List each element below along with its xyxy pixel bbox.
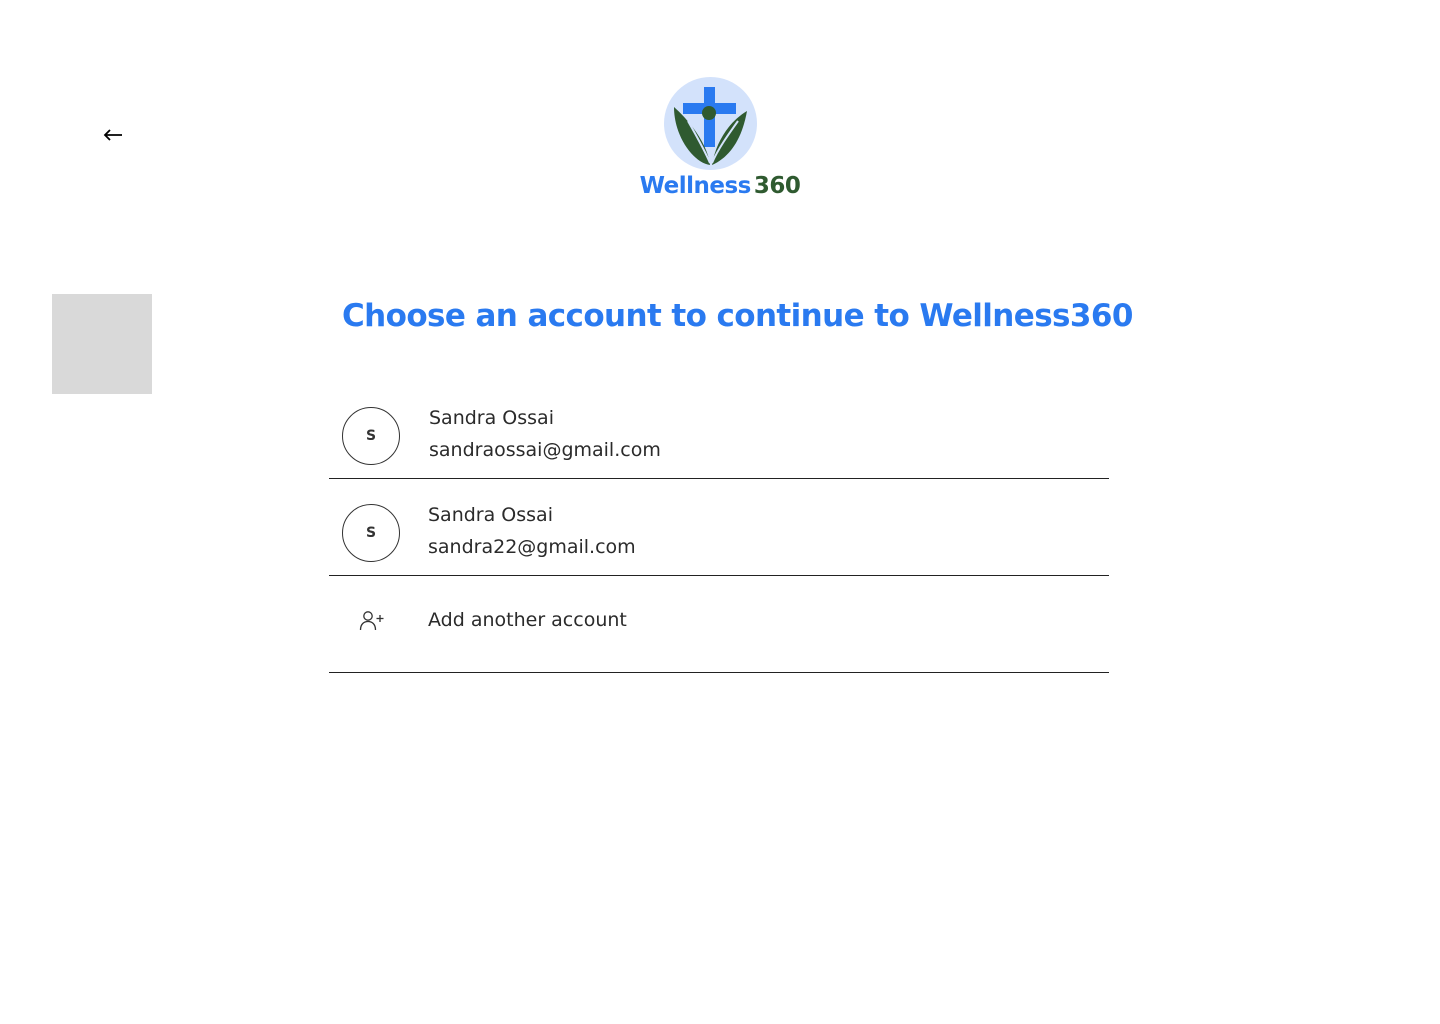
logo-wordmark: Wellness 360: [620, 173, 820, 199]
user-plus-icon: [359, 611, 384, 631]
logo-word-wellness: Wellness: [639, 173, 752, 199]
arrow-left-icon: [103, 129, 122, 141]
add-another-account-button[interactable]: Add another account: [329, 576, 1109, 673]
image-placeholder: [52, 294, 152, 394]
account-email: sandra22@gmail.com: [428, 536, 636, 558]
account-item-sandra22[interactable]: S Sandra Ossai sandra22@gmail.com: [329, 479, 1109, 576]
back-button[interactable]: [102, 125, 124, 145]
logo-word-360: 360: [753, 173, 801, 199]
cross-leaves-logo-icon: [664, 77, 757, 170]
account-name: Sandra Ossai: [428, 504, 553, 526]
account-email: sandraossai@gmail.com: [429, 439, 661, 461]
page-title: Choose an account to continue to Wellnes…: [342, 298, 1133, 334]
add-account-label: Add another account: [428, 609, 627, 631]
account-list: S Sandra Ossai sandraossai@gmail.com S S…: [329, 382, 1109, 673]
avatar: S: [342, 504, 400, 562]
wellness360-logo: Wellness 360: [620, 76, 820, 206]
avatar: S: [342, 407, 400, 465]
account-name: Sandra Ossai: [429, 407, 554, 429]
account-item-sandraossai[interactable]: S Sandra Ossai sandraossai@gmail.com: [329, 382, 1109, 479]
